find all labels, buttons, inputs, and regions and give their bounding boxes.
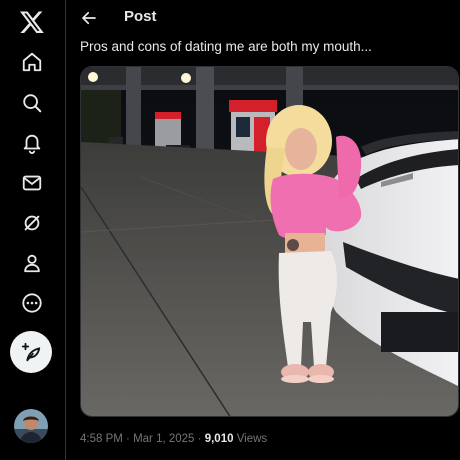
grok-icon[interactable] [12, 203, 52, 243]
compose-post-button[interactable] [10, 331, 52, 373]
messages-icon[interactable] [12, 163, 52, 203]
views-label: Views [236, 433, 268, 445]
explore-icon[interactable] [12, 83, 52, 123]
page-title: Post [124, 8, 157, 25]
x-logo-icon[interactable] [12, 2, 52, 42]
post-detail-column: Post Pros and cons of dating me are both… [67, 0, 460, 460]
meta-separator: · [197, 433, 202, 445]
post-metadata: 4:58 PM · Mar 1, 2025 · 9,010 Views [80, 433, 267, 445]
back-button[interactable] [77, 6, 101, 30]
views-count: 9,010 [204, 433, 234, 445]
back-arrow-icon [82, 11, 96, 25]
post-photo[interactable] [80, 66, 459, 417]
account-avatar[interactable] [14, 409, 48, 443]
compose-feather-icon [21, 342, 41, 362]
post-header: Post [67, 0, 460, 36]
notifications-icon[interactable] [12, 123, 52, 163]
more-icon[interactable] [12, 283, 52, 323]
post-text: Pros and cons of dating me are both my m… [80, 39, 372, 54]
home-icon[interactable] [12, 42, 52, 82]
post-date[interactable]: Mar 1, 2025 [133, 433, 194, 445]
side-navigation [0, 0, 66, 460]
meta-separator: · [126, 433, 130, 445]
post-time[interactable]: 4:58 PM [80, 433, 123, 445]
profile-icon[interactable] [12, 243, 52, 283]
